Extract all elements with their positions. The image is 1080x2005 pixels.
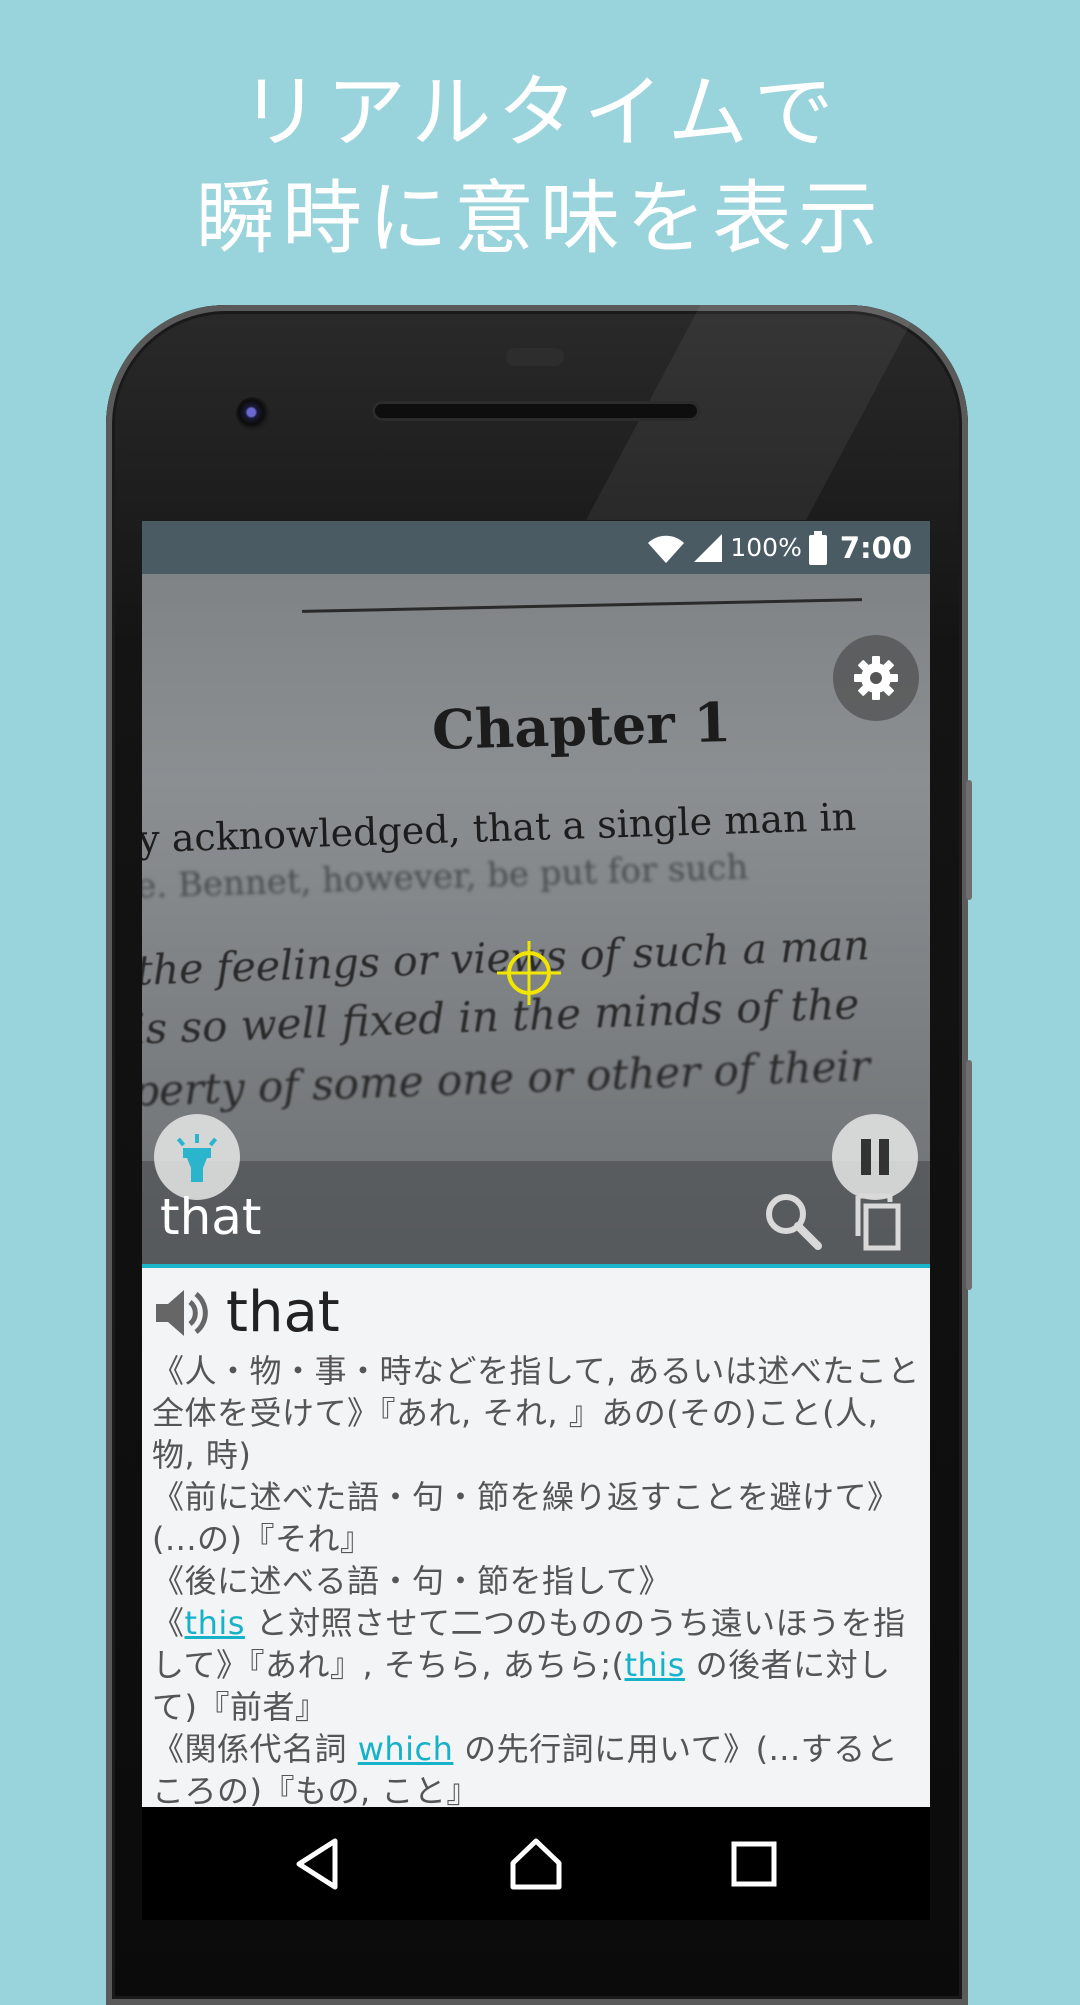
- recognized-word-bar: that: [142, 1178, 930, 1264]
- back-icon[interactable]: [289, 1835, 347, 1893]
- top-sensor: [506, 348, 564, 366]
- pause-icon: [861, 1139, 889, 1175]
- battery-percent: 100%: [730, 533, 802, 562]
- definition-entry: 《関係代名詞 which の先行詞に用いて》(...するところの)『もの, こと…: [152, 1728, 922, 1807]
- definition-entry: 《人・物・事・時などを指して, あるいは述べたこと全体を受けて》『あれ, それ,…: [152, 1352, 920, 1474]
- camera-text-line: perty of some one or other of their: [142, 1041, 871, 1116]
- headline-line-2: 瞬時に意味を表示: [196, 172, 884, 265]
- speaker-icon[interactable]: [154, 1288, 210, 1338]
- settings-button[interactable]: [833, 635, 919, 721]
- power-button: [966, 780, 972, 900]
- volume-button: [966, 1060, 972, 1290]
- definition-list: 《人・物・事・時などを指して, あるいは述べたこと全体を受けて》『あれ, それ,…: [152, 1350, 922, 1807]
- battery-icon: [808, 530, 827, 565]
- definition-entry: 《後に述べる語・句・節を指して》: [152, 1562, 672, 1600]
- link-this[interactable]: this: [625, 1646, 685, 1684]
- camera-preview[interactable]: Chapter 1 y acknowledged, that a single …: [142, 574, 930, 1264]
- camera-chapter-title: Chapter 1: [431, 690, 732, 762]
- link-which[interactable]: which: [358, 1730, 454, 1768]
- phone-screen: 100% 7:00 Chapter 1 y acknowledged, that…: [142, 521, 930, 1920]
- flashlight-icon: [176, 1134, 218, 1182]
- navigation-bar: [142, 1807, 930, 1920]
- definition-entry: 《this と対照させて二つのもののうち遠いほうを指して》『あれ』, そちら, …: [152, 1602, 922, 1728]
- recents-icon[interactable]: [725, 1835, 783, 1893]
- wifi-icon: [648, 535, 685, 563]
- copy-icon[interactable]: [844, 1190, 906, 1252]
- home-icon[interactable]: [507, 1835, 565, 1893]
- dictionary-headword: that: [226, 1280, 340, 1345]
- earpiece-speaker: [372, 401, 700, 421]
- status-time: 7:00: [839, 530, 912, 565]
- entry-text: 《: [152, 1604, 185, 1642]
- entry-text: 《関係代名詞: [152, 1730, 358, 1768]
- definition-entry: 《前に述べた語・句・節を繰り返すことを避けて》(...の)『それ』: [152, 1478, 900, 1558]
- search-icon[interactable]: [762, 1190, 824, 1252]
- page-rule: [302, 598, 862, 613]
- dictionary-panel[interactable]: that 《人・物・事・時などを指して, あるいは述べたこと全体を受けて》『あれ…: [142, 1268, 930, 1807]
- gear-icon: [854, 656, 898, 700]
- promo-headline: リアルタイムで 瞬時に意味を表示: [0, 60, 1080, 272]
- camera-text-line: y acknowledged, that a single man in: [142, 794, 857, 862]
- signal-icon: [694, 533, 723, 562]
- headline-line-1: リアルタイムで: [240, 66, 840, 159]
- crosshair-icon: [497, 941, 561, 1005]
- recognized-word: that: [160, 1188, 262, 1246]
- link-this[interactable]: this: [185, 1604, 245, 1642]
- status-bar: 100% 7:00: [142, 521, 930, 574]
- front-camera: [236, 397, 270, 431]
